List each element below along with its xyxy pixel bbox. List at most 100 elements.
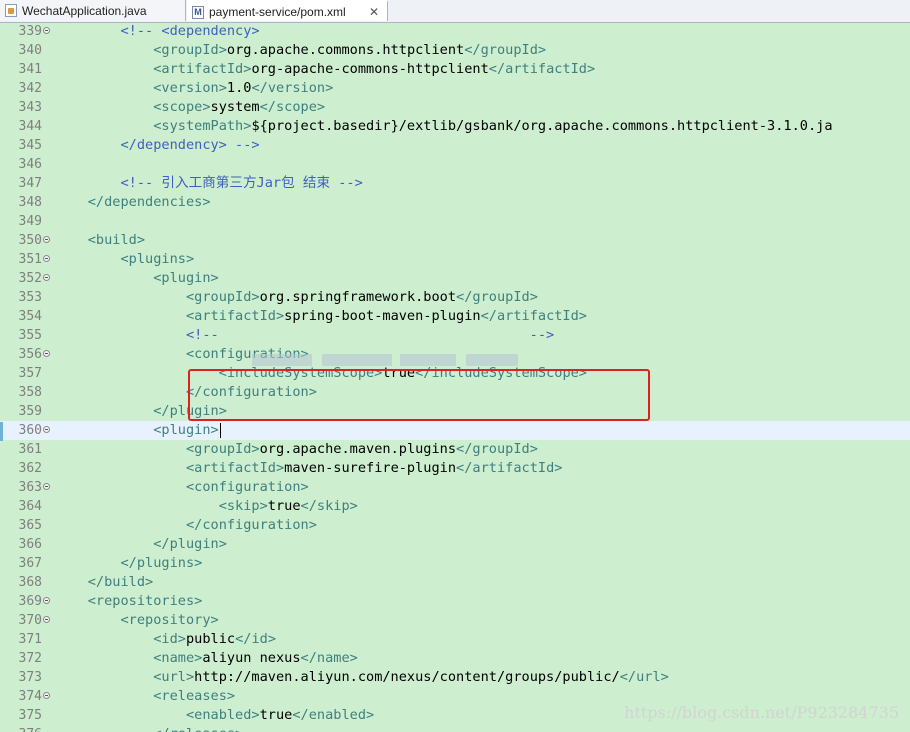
code-line[interactable]: 340 <groupId>org.apache.commons.httpclie… bbox=[0, 41, 910, 60]
code-line[interactable]: 346 bbox=[0, 155, 910, 174]
line-number: 376 bbox=[0, 725, 42, 732]
code-text: <groupId>org.apache.maven.plugins</group… bbox=[185, 441, 538, 457]
code-line[interactable]: 362 <artifactId>maven-surefire-plugin</a… bbox=[0, 459, 910, 478]
code-line[interactable]: 363 <configuration> bbox=[0, 478, 910, 497]
code-text: <id>public</id> bbox=[153, 631, 276, 647]
line-number: 354 bbox=[18, 309, 42, 324]
redacted-text bbox=[400, 354, 456, 366]
fold-toggle-icon[interactable] bbox=[43, 597, 50, 604]
code-text: <groupId>org.springframework.boot</group… bbox=[185, 289, 538, 305]
code-text: </dependency> --> bbox=[55, 137, 260, 153]
fold-toggle-icon[interactable] bbox=[43, 616, 50, 623]
highlight-annotation-box bbox=[188, 369, 650, 421]
line-number: 351 bbox=[18, 252, 42, 267]
tab-wechat-application[interactable]: WechatApplication.java bbox=[0, 0, 186, 21]
code-line[interactable]: 376 </releases> bbox=[0, 725, 910, 732]
line-number: 352 bbox=[18, 271, 42, 286]
fold-toggle-icon[interactable] bbox=[43, 27, 50, 34]
line-number: 372 bbox=[18, 651, 42, 666]
code-line[interactable]: 370 <repository> bbox=[0, 611, 910, 630]
code-text: <name>aliyun nexus</name> bbox=[153, 650, 358, 666]
code-text: </plugins> bbox=[120, 555, 203, 571]
code-text: </releases> bbox=[55, 725, 243, 732]
code-line[interactable]: 344 <systemPath>${project.basedir}/extli… bbox=[0, 117, 910, 136]
code-line[interactable]: 353 <groupId>org.springframework.boot</g… bbox=[0, 288, 910, 307]
code-line[interactable]: 339 <!-- <dependency> bbox=[0, 22, 910, 41]
code-line[interactable]: 350 <build> bbox=[0, 231, 910, 250]
code-line[interactable]: 369 <repositories> bbox=[0, 592, 910, 611]
code-text: </plugin> bbox=[153, 536, 227, 552]
code-line[interactable]: 354 <artifactId>spring-boot-maven-plugin… bbox=[0, 307, 910, 326]
line-number: 339 bbox=[18, 24, 42, 39]
line-number: 346 bbox=[18, 157, 42, 172]
code-line[interactable]: 371 <id>public</id> bbox=[0, 630, 910, 649]
code-text: <artifactId>spring-boot-maven-plugin</ar… bbox=[185, 308, 587, 324]
line-number: 350 bbox=[18, 233, 42, 248]
code-text: <skip>true</skip> bbox=[218, 498, 358, 514]
fold-toggle-icon[interactable] bbox=[43, 350, 50, 357]
fold-toggle-icon[interactable] bbox=[43, 255, 50, 262]
code-line[interactable]: 364 <skip>true</skip> bbox=[0, 497, 910, 516]
line-number: 353 bbox=[18, 290, 42, 305]
code-line[interactable]: 361 <groupId>org.apache.maven.plugins</g… bbox=[0, 440, 910, 459]
code-text: <artifactId>maven-surefire-plugin</artif… bbox=[185, 460, 563, 476]
line-number: 369 bbox=[18, 594, 42, 609]
code-line[interactable]: 366 </plugin> bbox=[0, 535, 910, 554]
code-line[interactable]: 351 <plugins> bbox=[0, 250, 910, 269]
xml-file-icon: M bbox=[192, 6, 204, 19]
code-text: <groupId>org.apache.commons.httpclient</… bbox=[153, 42, 547, 58]
tab-pom-xml[interactable]: M payment-service/pom.xml ✕ bbox=[187, 0, 388, 21]
code-line[interactable]: 368 </build> bbox=[0, 573, 910, 592]
redacted-text bbox=[252, 354, 312, 366]
fold-toggle-icon[interactable] bbox=[43, 274, 50, 281]
line-number: 359 bbox=[18, 404, 42, 419]
code-line[interactable]: 347 <!-- 引入工商第三方Jar包 结束 --> bbox=[0, 174, 910, 193]
code-line[interactable]: 343 <scope>system</scope> bbox=[0, 98, 910, 117]
code-line[interactable]: 365 </configuration> bbox=[0, 516, 910, 535]
code-line[interactable]: 373 <url>http://maven.aliyun.com/nexus/c… bbox=[0, 668, 910, 687]
line-number: 356 bbox=[18, 347, 42, 362]
code-text: <version>1.0</version> bbox=[153, 80, 334, 96]
code-text: <scope>system</scope> bbox=[153, 99, 326, 115]
code-line[interactable]: 342 <version>1.0</version> bbox=[0, 79, 910, 98]
line-number: 345 bbox=[18, 138, 42, 153]
code-line[interactable]: 348 </dependencies> bbox=[0, 193, 910, 212]
code-text: <!-- --> bbox=[55, 327, 555, 343]
line-number: 361 bbox=[18, 442, 42, 457]
code-line[interactable]: 367 </plugins> bbox=[0, 554, 910, 573]
line-number: 366 bbox=[18, 537, 42, 552]
code-text: <repositories> bbox=[87, 593, 203, 609]
code-text: <build> bbox=[87, 232, 146, 248]
line-number: 344 bbox=[18, 119, 42, 134]
line-number: 371 bbox=[18, 632, 42, 647]
code-line[interactable]: 341 <artifactId>org-apache-commons-httpc… bbox=[0, 60, 910, 79]
code-text: <enabled>true</enabled> bbox=[185, 707, 375, 723]
code-line[interactable]: 372 <name>aliyun nexus</name> bbox=[0, 649, 910, 668]
line-number: 364 bbox=[18, 499, 42, 514]
code-line[interactable]: 355 <!-- --> bbox=[0, 326, 910, 345]
line-number: 357 bbox=[18, 366, 42, 381]
fold-toggle-icon[interactable] bbox=[43, 692, 50, 699]
close-icon[interactable]: ✕ bbox=[369, 5, 379, 19]
fold-toggle-icon[interactable] bbox=[43, 483, 50, 490]
code-line[interactable]: 349 bbox=[0, 212, 910, 231]
code-text: <!-- 引入工商第三方Jar包 结束 --> bbox=[55, 175, 363, 191]
watermark: https://blog.csdn.net/P923284735 bbox=[624, 703, 899, 722]
code-line[interactable]: 345 </dependency> --> bbox=[0, 136, 910, 155]
java-file-icon bbox=[5, 4, 17, 17]
line-number: 367 bbox=[18, 556, 42, 571]
line-number: 360 bbox=[18, 423, 42, 438]
fold-toggle-icon[interactable] bbox=[43, 236, 50, 243]
code-line[interactable]: 360 <plugin> bbox=[0, 421, 910, 440]
code-text: <!-- <dependency> bbox=[55, 23, 260, 39]
line-number: 358 bbox=[18, 385, 42, 400]
fold-toggle-icon[interactable] bbox=[43, 426, 50, 433]
code-text: <configuration> bbox=[185, 479, 309, 495]
code-editor[interactable]: 339 <!-- <dependency> 340 <groupId>org.ap… bbox=[0, 22, 910, 732]
line-number: 375 bbox=[18, 708, 42, 723]
code-line[interactable]: 352 <plugin> bbox=[0, 269, 910, 288]
tab-label: WechatApplication.java bbox=[22, 3, 147, 18]
code-text: <systemPath>${project.basedir}/extlib/gs… bbox=[153, 118, 833, 134]
line-number: 363 bbox=[18, 480, 42, 495]
line-number: 373 bbox=[18, 670, 42, 685]
